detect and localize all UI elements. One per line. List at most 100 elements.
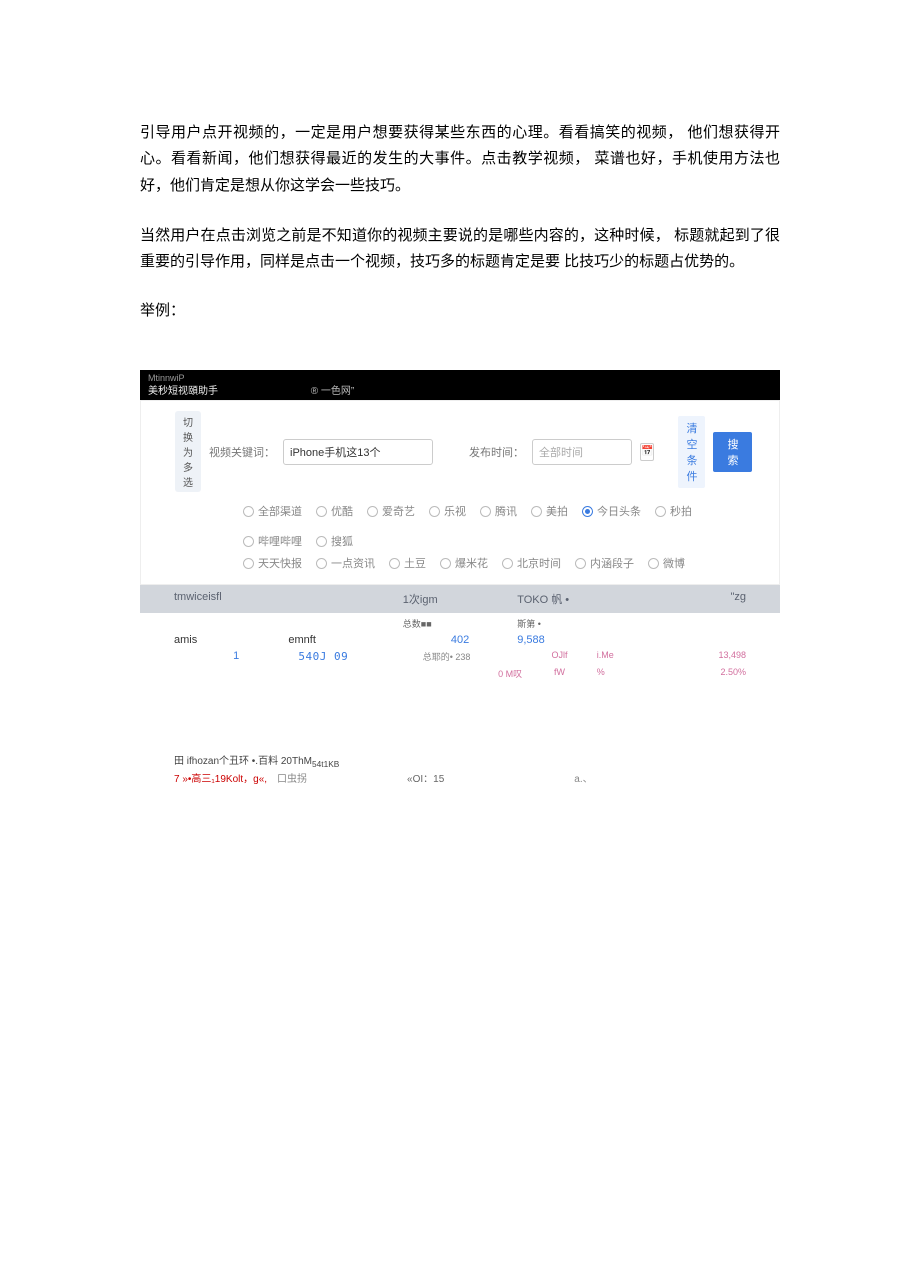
embedded-screenshot: MtinnwiP 美秒短视頤助手 ® 一色网” 切换为多选 视频关键词： iPh… (140, 370, 780, 787)
radio-label: 土豆 (404, 555, 426, 571)
cell: amis (174, 634, 197, 646)
channel-radio-搜狐[interactable]: 搜狐 (316, 533, 353, 549)
footer-1c: 54t1KB (312, 759, 339, 769)
radio-icon (243, 506, 254, 517)
cell: 9,588 (517, 634, 545, 646)
table-row: amis emnft 402 9,588 (174, 632, 746, 648)
radio-icon (243, 558, 254, 569)
search-button[interactable]: 搜索 (713, 432, 752, 472)
radio-label: 全部渠道 (258, 503, 302, 519)
th-4: "zg (730, 591, 746, 603)
cell: % (597, 667, 605, 677)
th-2: 1次igm (403, 594, 438, 606)
footer-2a: 7 »•高三₁19Kolt，g«, (174, 774, 267, 785)
channel-radio-土豆[interactable]: 土豆 (389, 555, 426, 571)
channel-radio-全部渠道[interactable]: 全部渠道 (243, 503, 302, 519)
radio-label: 哔哩哔哩 (258, 533, 302, 549)
app-brand: 美秒短视頤助手 (148, 386, 218, 397)
channel-radio-秒拍[interactable]: 秒拍 (655, 503, 692, 519)
radio-icon (582, 506, 593, 517)
calendar-icon[interactable]: 📅 (640, 443, 654, 461)
keyword-label: 视频关键词： (209, 444, 275, 460)
footer-2d: a.、 (574, 772, 592, 788)
results-table-header: tmwiceisfl 1次igm TOKO 帆 • "zg (140, 585, 780, 613)
channel-radio-一点资讯[interactable]: 一点资讯 (316, 555, 375, 571)
channel-radio-乐视[interactable]: 乐视 (429, 503, 466, 519)
channel-radio-哔哩哔哩[interactable]: 哔哩哔哩 (243, 533, 302, 549)
channel-radio-微博[interactable]: 微博 (648, 555, 685, 571)
radio-label: 爆米花 (455, 555, 488, 571)
cell: emnft (288, 634, 316, 646)
radio-label: 内涵段子 (590, 555, 634, 571)
titlebar-line1: MtinnwiP (148, 372, 772, 385)
th-1: tmwiceisfl (174, 591, 222, 603)
cell: 13,498 (718, 650, 746, 660)
time-input[interactable]: 全部时间 (532, 439, 632, 465)
clear-filters-button[interactable]: 清空条件 (678, 416, 705, 488)
radio-label: 微博 (663, 555, 685, 571)
footer-fragments: 田 ifhozan个丑环 •.百料 20ThM54t1KB 7 »•高三₁19K… (140, 754, 780, 787)
time-label: 发布时间： (469, 444, 524, 460)
radio-label: 北京时间 (517, 555, 561, 571)
radio-label: 乐视 (444, 503, 466, 519)
footer-2b: 口虫拐 (277, 772, 307, 788)
radio-icon (648, 558, 659, 569)
radio-icon (502, 558, 513, 569)
radio-icon (316, 558, 327, 569)
footer-1a: 田 ifhozan个丑环 •.百料 (174, 756, 278, 767)
channel-row-2: 天天快报 一点资讯 土豆 爆米花 北京时间 内涵段子 微博 (243, 552, 745, 574)
cell: 总耶的• 238 (423, 652, 471, 662)
body-paragraph-2: 当然用户在点击浏览之前是不知道你的视频主要说的是哪些内容的，这种时候， 标题就起… (140, 223, 780, 276)
radio-icon (243, 536, 254, 547)
table-row: 1 540J 09 总耶的• 238 OJlf i.Me 13,498 (174, 648, 746, 665)
app-titlebar: MtinnwiP 美秒短视頤助手 ® 一色网” (140, 370, 780, 400)
cell: i.Me (597, 650, 614, 660)
radio-label: 优酷 (331, 503, 353, 519)
channel-radio-内涵段子[interactable]: 内涵段子 (575, 555, 634, 571)
channel-radio-天天快报[interactable]: 天天快报 (243, 555, 302, 571)
channel-row-1: 全部渠道 优酷 爱奇艺 乐视 腾讯美拍 今日头条 秒拍哔哩哔哩 搜狐 (243, 500, 745, 552)
footer-1b: 20ThM (281, 756, 312, 767)
cell: fW (554, 667, 565, 677)
app-subtitle: ® 一色网” (311, 386, 354, 397)
keyword-input[interactable]: iPhone手机这13个 (283, 439, 433, 465)
radio-icon (655, 506, 666, 517)
footer-2c: «OI：15 (407, 772, 444, 788)
channel-radio-爆米花[interactable]: 爆米花 (440, 555, 488, 571)
channel-radio-今日头条[interactable]: 今日头条 (582, 503, 641, 519)
cell: 0 M叹 (498, 669, 522, 679)
radio-label: 天天快报 (258, 555, 302, 571)
switch-multi-select[interactable]: 切换为多选 (175, 411, 201, 492)
th-sub-2: 总数■■ (403, 619, 432, 629)
radio-icon (389, 558, 400, 569)
cell: OJlf (551, 650, 567, 660)
radio-icon (480, 506, 491, 517)
radio-icon (367, 506, 378, 517)
body-paragraph-1: 引导用户点开视频的，一定是用户想要获得某些东西的心理。看看搞笑的视频， 他们想获… (140, 120, 780, 199)
cell: 402 (451, 634, 469, 646)
channel-radio-爱奇艺[interactable]: 爱奇艺 (367, 503, 415, 519)
radio-icon (316, 536, 327, 547)
th-3: TOKO 帆 • (517, 594, 569, 606)
radio-icon (575, 558, 586, 569)
channel-radio-优酷[interactable]: 优酷 (316, 503, 353, 519)
radio-label: 腾讯 (495, 503, 517, 519)
radio-label: 一点资讯 (331, 555, 375, 571)
example-label: 举例： (140, 299, 780, 320)
radio-icon (429, 506, 440, 517)
radio-label: 爱奇艺 (382, 503, 415, 519)
channel-radio-腾讯[interactable]: 腾讯 (480, 503, 517, 519)
cell: 2.50% (720, 667, 746, 677)
channel-radio-美拍[interactable]: 美拍 (531, 503, 568, 519)
cell: 1 (233, 650, 239, 662)
th-sub-3: 斯第 • (517, 619, 541, 629)
radio-icon (531, 506, 542, 517)
radio-label: 搜狐 (331, 533, 353, 549)
radio-label: 今日头条 (597, 503, 641, 519)
radio-label: 秒拍 (670, 503, 692, 519)
filter-panel: 切换为多选 视频关键词： iPhone手机这13个 发布时间： 全部时间 📅 清… (140, 400, 780, 585)
radio-icon (440, 558, 451, 569)
channel-radio-北京时间[interactable]: 北京时间 (502, 555, 561, 571)
cell: 540J 09 (298, 650, 348, 663)
radio-icon (316, 506, 327, 517)
